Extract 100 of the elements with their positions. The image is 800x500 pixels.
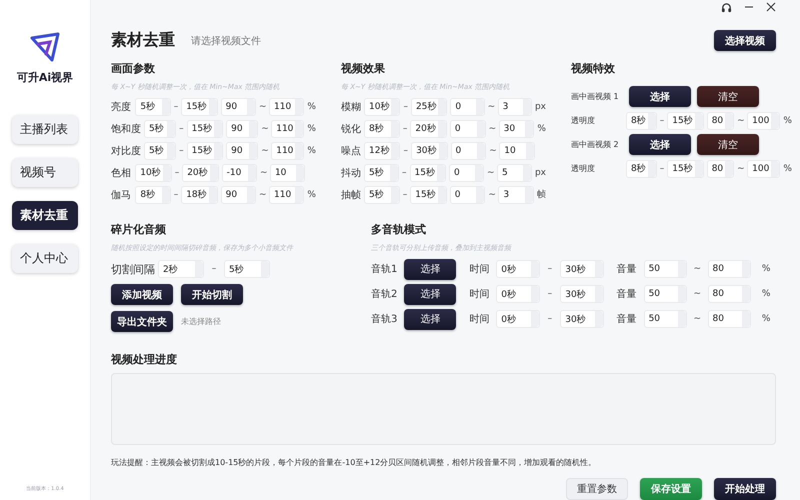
range-dash: –: [660, 164, 664, 174]
param-label: 透明度: [571, 115, 596, 126]
select-button[interactable]: 选择: [404, 308, 456, 330]
number-field[interactable]: 50: [644, 260, 687, 278]
number-field[interactable]: 50: [644, 310, 687, 328]
section-title: 碎片化音频: [111, 222, 167, 237]
range-dash: –: [174, 168, 180, 178]
number-field[interactable]: 110: [269, 186, 304, 204]
number-field[interactable]: 15秒: [186, 120, 224, 138]
number-field[interactable]: 0: [450, 186, 486, 204]
number-field[interactable]: 10: [499, 142, 536, 160]
range-tilde: ~: [488, 190, 496, 200]
number-field[interactable]: 0: [450, 120, 486, 138]
number-field[interactable]: 110: [271, 142, 304, 160]
select-button[interactable]: 选择: [629, 134, 691, 155]
number-field[interactable]: 0秒: [496, 260, 540, 278]
nav-item[interactable]: 主播列表: [12, 115, 78, 144]
number-field[interactable]: 80: [708, 260, 751, 278]
number-field[interactable]: 25秒: [410, 98, 448, 116]
number-field[interactable]: 3: [498, 186, 534, 204]
number-field[interactable]: 15秒: [181, 98, 218, 116]
number-field[interactable]: 0秒: [496, 310, 540, 328]
number-field[interactable]: 90: [226, 142, 258, 160]
number-field[interactable]: 90: [220, 98, 256, 116]
action-button[interactable]: 保存设置: [640, 478, 702, 500]
nav-item[interactable]: 视频号: [12, 158, 78, 187]
number-field[interactable]: 5秒: [144, 142, 176, 160]
number-field[interactable]: 30秒: [560, 285, 604, 303]
number-field[interactable]: 15秒: [186, 142, 224, 160]
number-field[interactable]: 90: [226, 120, 258, 138]
number-field[interactable]: 5秒: [135, 98, 171, 116]
number-field[interactable]: 10秒: [364, 98, 400, 116]
headset-icon[interactable]: [721, 2, 732, 12]
number-field[interactable]: 3: [498, 98, 532, 116]
number-field[interactable]: 8秒: [135, 186, 171, 204]
range-tilde: ~: [692, 314, 702, 324]
number-field[interactable]: 5秒: [364, 186, 400, 204]
number-field[interactable]: 0: [448, 164, 484, 182]
select-button[interactable]: 选择: [404, 284, 456, 304]
number-field[interactable]: 10秒: [135, 164, 172, 182]
number-field[interactable]: 110: [269, 98, 304, 116]
select-button[interactable]: 选择: [404, 258, 456, 280]
number-field[interactable]: 110: [271, 120, 304, 138]
nav-item[interactable]: 个人中心: [12, 244, 78, 273]
number-field[interactable]: 18秒: [181, 186, 218, 204]
number-field[interactable]: 30: [498, 120, 534, 138]
number-field[interactable]: 20秒: [182, 164, 219, 182]
unit-label: %: [307, 190, 316, 200]
number-field[interactable]: 8秒: [626, 160, 657, 178]
number-field[interactable]: 15秒: [667, 112, 704, 130]
number-field[interactable]: 12秒: [364, 142, 400, 160]
number-field[interactable]: 50: [644, 285, 687, 303]
clear-button[interactable]: 清空: [697, 134, 759, 155]
select-button[interactable]: 选择: [629, 86, 691, 107]
overlay-label: 画中画视频 1: [571, 91, 620, 102]
number-field[interactable]: 15秒: [667, 160, 704, 178]
range-tilde: ~: [260, 168, 267, 178]
number-field[interactable]: 100: [747, 112, 780, 130]
number-field[interactable]: 30秒: [411, 142, 448, 160]
number-field[interactable]: 2秒: [158, 260, 204, 278]
number-field[interactable]: 5秒: [144, 120, 176, 138]
number-field[interactable]: 15秒: [410, 164, 446, 182]
number-field[interactable]: 0: [450, 142, 486, 160]
number-field[interactable]: 30秒: [560, 260, 604, 278]
number-field[interactable]: 90: [220, 186, 256, 204]
select-video-button[interactable]: 选择视频: [714, 30, 776, 51]
number-field[interactable]: -10: [222, 164, 257, 182]
number-field[interactable]: 8秒: [364, 120, 400, 138]
tip-text: 玩法提醒：主视频会被切割成10-15秒的片段，每个片段的音量在-10至+12分贝区间随机调整，相邻片段音量不同，增加观看的随机性。: [111, 457, 598, 468]
app-name: 可升Ai视界: [16, 70, 74, 85]
close-icon[interactable]: [766, 2, 776, 12]
number-field[interactable]: 100: [747, 160, 780, 178]
number-field[interactable]: 0: [450, 98, 485, 116]
number-field[interactable]: 15秒: [410, 186, 447, 204]
unit-label: %: [783, 116, 792, 126]
param-label: 饱和度: [111, 122, 141, 136]
export-folder-button[interactable]: 导出文件夹: [111, 311, 173, 332]
param-label: 锐化: [341, 122, 361, 136]
action-button[interactable]: 添加视频: [111, 284, 173, 305]
action-button[interactable]: 重置参数: [566, 478, 628, 500]
range-tilde: ~: [259, 190, 266, 200]
number-field[interactable]: 80: [706, 112, 734, 130]
number-field[interactable]: 80: [708, 310, 751, 328]
range-dash: –: [546, 314, 554, 324]
number-field[interactable]: 80: [708, 285, 751, 303]
number-field[interactable]: 5: [496, 164, 532, 182]
number-field[interactable]: 0秒: [496, 285, 540, 303]
range-dash: –: [403, 146, 408, 156]
action-button[interactable]: 开始处理: [714, 478, 776, 500]
number-field[interactable]: 5秒: [364, 164, 399, 182]
clear-button[interactable]: 清空: [697, 86, 759, 107]
number-field[interactable]: 8秒: [626, 112, 657, 130]
action-button[interactable]: 开始切割: [181, 284, 243, 305]
number-field[interactable]: 10: [270, 164, 306, 182]
number-field[interactable]: 30秒: [560, 310, 604, 328]
number-field[interactable]: 20秒: [410, 120, 447, 138]
number-field[interactable]: 5秒: [224, 260, 270, 278]
nav-item[interactable]: 素材去重: [12, 201, 78, 230]
number-field[interactable]: 80: [706, 160, 734, 178]
unit-label: %: [307, 102, 316, 112]
